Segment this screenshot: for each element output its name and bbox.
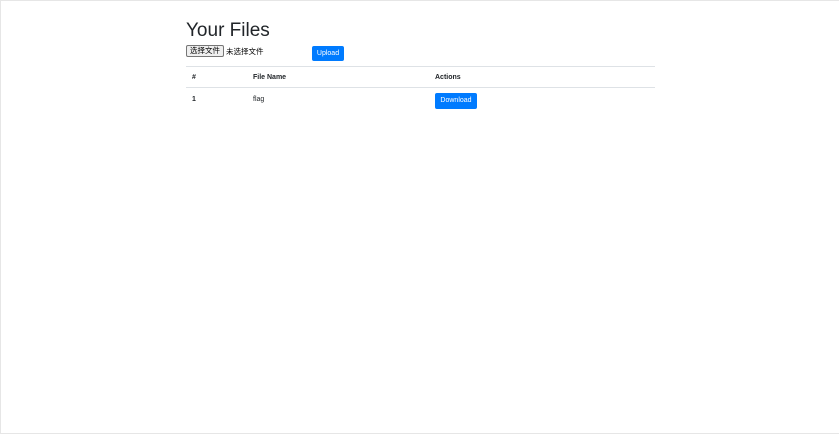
column-header-actions: Actions <box>429 66 655 88</box>
files-container: Your Files 选择文件 未选择文件 Upload # File Name… <box>186 20 655 109</box>
file-input[interactable]: 选择文件 未选择文件 <box>186 45 264 57</box>
column-header-file-name: File Name <box>247 66 429 88</box>
column-header-number: # <box>186 66 247 88</box>
no-file-chosen-label: 未选择文件 <box>226 46 264 56</box>
page-title: Your Files <box>186 20 270 41</box>
download-button[interactable]: Download <box>435 92 477 109</box>
upload-button[interactable]: Upload <box>312 46 344 61</box>
file-name: flag <box>253 95 265 103</box>
upload-form: 选择文件 未选择文件 Upload <box>186 44 655 64</box>
files-table: # File Name Actions 1 flag Download <box>186 66 655 110</box>
table-header-row: # File Name Actions <box>186 66 655 88</box>
choose-file-button[interactable]: 选择文件 <box>186 45 224 57</box>
row-actions: Download <box>429 88 655 111</box>
table-row: 1 flag Download <box>186 88 655 111</box>
row-number: 1 <box>192 95 196 103</box>
